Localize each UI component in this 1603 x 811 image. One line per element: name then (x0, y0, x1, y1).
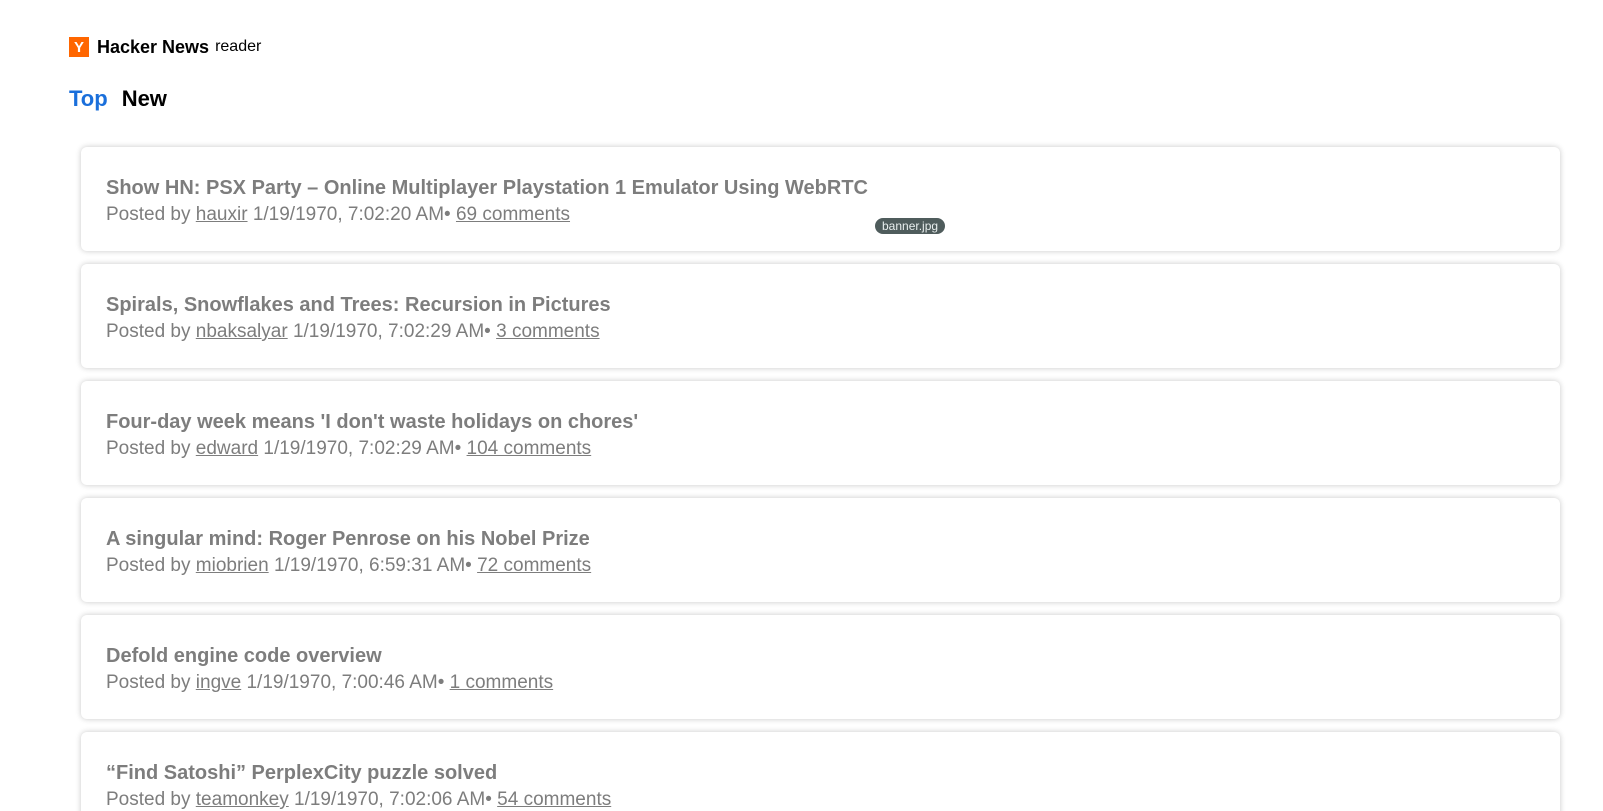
site-subtitle: reader (215, 38, 262, 55)
story-time: 1/19/1970, 7:02:29 AM (263, 438, 455, 459)
story-title[interactable]: Spirals, Snowflakes and Trees: Recursion… (106, 292, 1535, 318)
story-card[interactable]: Four-day week means 'I don't waste holid… (81, 381, 1560, 485)
story-card[interactable]: A singular mind: Roger Penrose on his No… (81, 498, 1560, 602)
story-meta: Posted by teamonkey 1/19/1970, 7:02:06 A… (106, 787, 1535, 811)
page: Y Hacker News reader Top New Show HN: PS… (0, 0, 1603, 811)
separator: • (484, 321, 491, 342)
separator: • (485, 789, 492, 810)
comments-link[interactable]: 3 comments (496, 321, 599, 342)
author-link[interactable]: nbaksalyar (196, 321, 288, 342)
posted-by-label: Posted by (106, 789, 191, 810)
tab-top[interactable]: Top (69, 86, 108, 112)
story-time: 1/19/1970, 7:02:20 AM (252, 204, 445, 225)
feed-tabs: Top New (69, 86, 181, 112)
story-time: 1/19/1970, 6:59:31 AM (273, 555, 466, 576)
story-meta: Posted by nbaksalyar 1/19/1970, 7:02:29 … (106, 319, 1535, 345)
story-title[interactable]: “Find Satoshi” PerplexCity puzzle solved (106, 760, 1535, 786)
author-link[interactable]: miobrien (196, 555, 269, 576)
site-header: Y Hacker News reader (69, 36, 261, 58)
posted-by-label: Posted by (106, 555, 191, 576)
story-title[interactable]: Show HN: PSX Party – Online Multiplayer … (106, 175, 1535, 201)
story-time: 1/19/1970, 7:02:29 AM (292, 321, 485, 342)
story-list: Show HN: PSX Party – Online Multiplayer … (81, 147, 1560, 811)
posted-by-label: Posted by (106, 321, 191, 342)
site-name: Hacker News (97, 36, 210, 57)
story-title[interactable]: Four-day week means 'I don't waste holid… (106, 409, 1535, 435)
story-meta: Posted by edward 1/19/1970, 7:02:29 AM• … (106, 436, 1535, 462)
separator: • (454, 438, 462, 459)
story-card[interactable]: Spirals, Snowflakes and Trees: Recursion… (81, 264, 1560, 368)
posted-by-label: Posted by (106, 204, 191, 225)
story-title[interactable]: A singular mind: Roger Penrose on his No… (106, 526, 1535, 552)
author-link[interactable]: hauxir (196, 204, 248, 225)
author-link[interactable]: edward (196, 438, 258, 459)
story-meta: Posted by ingve 1/19/1970, 7:00:46 AM• 1… (106, 670, 1535, 696)
story-time: 1/19/1970, 7:00:46 AM (246, 672, 438, 693)
story-meta: Posted by miobrien 1/19/1970, 6:59:31 AM… (106, 553, 1535, 579)
hn-logo-icon: Y (69, 37, 89, 57)
posted-by-label: Posted by (106, 672, 191, 693)
comments-link[interactable]: 72 comments (477, 555, 591, 576)
story-title[interactable]: Defold engine code overview (106, 643, 1535, 669)
story-card[interactable]: Defold engine code overview Posted by in… (81, 615, 1560, 719)
author-link[interactable]: teamonkey (196, 789, 289, 810)
separator: • (465, 555, 472, 576)
story-time: 1/19/1970, 7:02:06 AM (294, 789, 486, 810)
author-link[interactable]: ingve (196, 672, 241, 693)
comments-link[interactable]: 1 comments (450, 672, 553, 693)
posted-by-label: Posted by (106, 438, 191, 459)
filename-badge: banner.jpg (875, 218, 946, 234)
comments-link[interactable]: 54 comments (497, 789, 611, 810)
comments-link[interactable]: 104 comments (467, 438, 592, 459)
tab-new[interactable]: New (122, 86, 167, 112)
separator: • (444, 204, 451, 225)
story-meta: Posted by hauxir 1/19/1970, 7:02:20 AM• … (106, 202, 1535, 228)
story-card[interactable]: Show HN: PSX Party – Online Multiplayer … (81, 147, 1560, 251)
separator: • (437, 672, 445, 693)
comments-link[interactable]: 69 comments (456, 204, 570, 225)
story-card[interactable]: “Find Satoshi” PerplexCity puzzle solved… (81, 732, 1560, 811)
